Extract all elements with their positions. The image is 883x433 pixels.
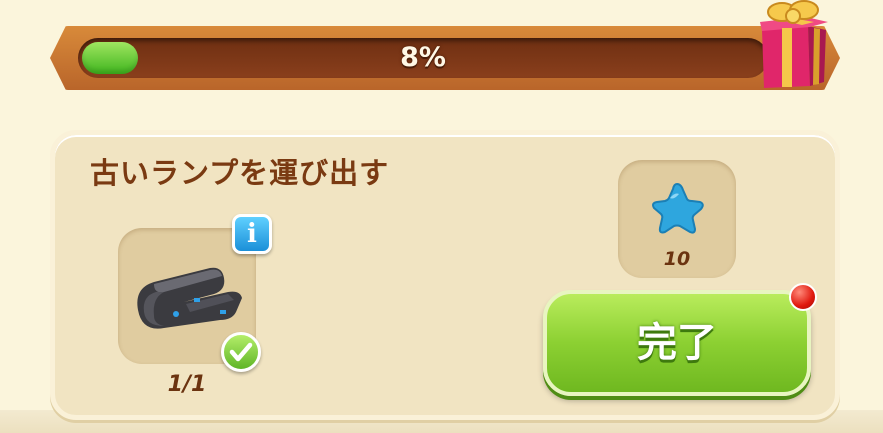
info-icon[interactable]: i bbox=[232, 214, 272, 254]
complete-button[interactable]: 完了 bbox=[543, 290, 811, 396]
old-lamp-icon bbox=[137, 267, 242, 329]
item-count: 1/1 bbox=[167, 372, 207, 397]
quest-title: 古いランプを運び出す bbox=[90, 156, 390, 190]
blue-star-icon bbox=[652, 182, 704, 234]
reward-amount: 10 bbox=[663, 248, 691, 270]
complete-button-label: 完了 bbox=[637, 320, 717, 366]
gift-box-icon[interactable] bbox=[752, 0, 832, 92]
notification-dot bbox=[789, 283, 817, 311]
progress-bar: 8% bbox=[78, 38, 768, 78]
checkmark-icon bbox=[221, 332, 261, 372]
progress-percent-label: 8% bbox=[400, 42, 446, 73]
